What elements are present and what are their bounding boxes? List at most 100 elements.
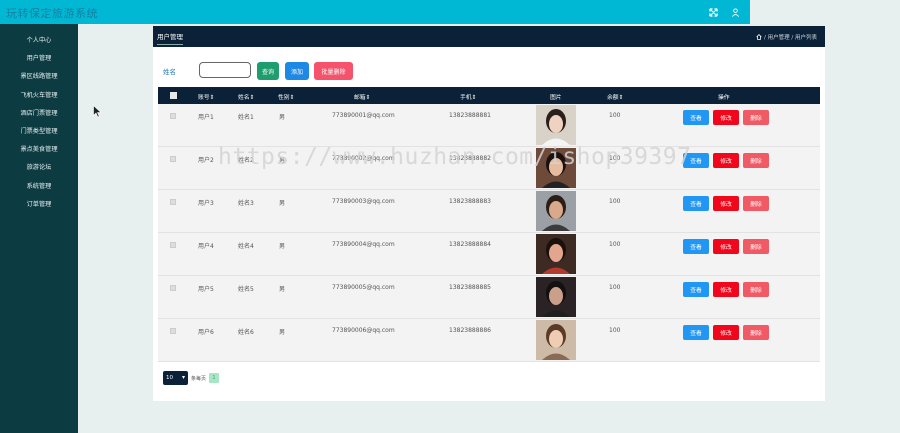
user-avatar [536, 148, 576, 188]
cell-phone: 13823888883 [449, 198, 491, 205]
page-number-current[interactable]: 1 [209, 373, 219, 383]
header-image: 图片 [550, 95, 562, 101]
app-title: 玩转保定旅游系统 [6, 7, 98, 20]
sidebar-item-orders[interactable]: 订单管理 [0, 196, 78, 214]
main-panel: 用户管理 / 用户管理 / 用户列表 姓名 查询 添加 批量删除 账号⇕ 姓名⇕… [153, 26, 825, 401]
cell-gender: 男 [279, 200, 286, 207]
cell-name: 姓名1 [238, 114, 254, 121]
cell-email: 773890006@qq.com [332, 327, 395, 334]
row-checkbox[interactable] [170, 199, 176, 205]
row-checkbox[interactable] [170, 242, 176, 248]
header-balance[interactable]: 余额⇕ [607, 92, 623, 101]
table-row: 用户5 姓名5 男 773890005@qq.com 13823888885 1… [158, 276, 820, 319]
search-button[interactable]: 查询 [257, 62, 279, 80]
panel-header: 用户管理 / 用户管理 / 用户列表 [153, 26, 825, 47]
header-name[interactable]: 姓名⇕ [238, 92, 254, 101]
table-header: 账号⇕ 姓名⇕ 性别⇕ 邮箱⇕ 手机⇕ 图片 余额⇕ 操作 [158, 87, 820, 104]
add-button[interactable]: 添加 [285, 62, 309, 80]
edit-button[interactable]: 修改 [713, 153, 739, 168]
cell-gender: 男 [279, 243, 286, 250]
view-button[interactable]: 查看 [683, 239, 709, 254]
delete-button[interactable]: 删除 [743, 239, 769, 254]
edit-button[interactable]: 修改 [713, 239, 739, 254]
cell-email: 773890001@qq.com [332, 112, 395, 119]
view-button[interactable]: 查看 [683, 110, 709, 125]
cell-phone: 13823888881 [449, 112, 491, 119]
cell-name: 姓名4 [238, 243, 254, 250]
breadcrumb: / 用户管理 / 用户列表 [756, 33, 817, 41]
select-all-checkbox[interactable] [170, 92, 177, 99]
delete-button[interactable]: 删除 [743, 282, 769, 297]
row-checkbox[interactable] [170, 285, 176, 291]
table-row: 用户4 姓名4 男 773890004@qq.com 13823888884 1… [158, 233, 820, 276]
tab-user-management[interactable]: 用户管理 [157, 31, 183, 45]
cell-account: 用户1 [198, 114, 214, 121]
cell-phone: 13823888884 [449, 241, 491, 248]
cell-balance: 100 [609, 112, 621, 119]
row-checkbox[interactable] [170, 328, 176, 334]
sidebar-item-user-management[interactable]: 用户管理 [0, 50, 78, 68]
page-size-select[interactable]: 10 ▾ [163, 371, 188, 385]
edit-button[interactable]: 修改 [713, 325, 739, 340]
cell-name: 姓名3 [238, 200, 254, 207]
delete-button[interactable]: 删除 [743, 110, 769, 125]
user-table: 账号⇕ 姓名⇕ 性别⇕ 邮箱⇕ 手机⇕ 图片 余额⇕ 操作 用户1 姓名1 男 … [158, 87, 820, 362]
user-avatar [536, 105, 576, 145]
sidebar-item-food[interactable]: 景点美食管理 [0, 141, 78, 159]
view-button[interactable]: 查看 [683, 153, 709, 168]
breadcrumb-text: / 用户管理 / 用户列表 [764, 35, 817, 41]
home-icon[interactable] [756, 34, 762, 40]
user-avatar [536, 191, 576, 231]
expand-icon[interactable] [705, 4, 721, 20]
batch-delete-button[interactable]: 批量删除 [314, 62, 353, 80]
delete-button[interactable]: 删除 [743, 153, 769, 168]
sidebar: 个人中心 用户管理 景区线路管理 飞机火车管理 酒店门票管理 门票类型管理 景点… [0, 24, 78, 433]
cell-balance: 100 [609, 284, 621, 291]
sidebar-item-system[interactable]: 系统管理 [0, 178, 78, 196]
row-checkbox[interactable] [170, 113, 176, 119]
filter-bar: 姓名 查询 添加 批量删除 [153, 62, 825, 82]
cell-phone: 13823888885 [449, 284, 491, 291]
delete-button[interactable]: 删除 [743, 196, 769, 211]
cell-email: 773890005@qq.com [332, 284, 395, 291]
cell-balance: 100 [609, 198, 621, 205]
cell-gender: 男 [279, 329, 286, 336]
page-size-text: 条每页 [191, 376, 207, 382]
header-email[interactable]: 邮箱⇕ [354, 92, 370, 101]
sidebar-item-forum[interactable]: 旅游论坛 [0, 159, 78, 177]
view-button[interactable]: 查看 [683, 196, 709, 211]
cell-balance: 100 [609, 155, 621, 162]
cell-account: 用户3 [198, 200, 214, 207]
cell-account: 用户6 [198, 329, 214, 336]
edit-button[interactable]: 修改 [713, 282, 739, 297]
header-account[interactable]: 账号⇕ [198, 92, 214, 101]
header-gender[interactable]: 性别⇕ [278, 92, 294, 101]
user-icon[interactable] [727, 4, 743, 20]
sidebar-item-ticket-types[interactable]: 门票类型管理 [0, 123, 78, 141]
sidebar-item-flights-trains[interactable]: 飞机火车管理 [0, 87, 78, 105]
cell-balance: 100 [609, 241, 621, 248]
table-row: 用户1 姓名1 男 773890001@qq.com 13823888881 1… [158, 104, 820, 147]
top-bar: 玩转保定旅游系统 [0, 0, 750, 24]
edit-button[interactable]: 修改 [713, 196, 739, 211]
view-button[interactable]: 查看 [683, 325, 709, 340]
table-row: 用户3 姓名3 男 773890003@qq.com 13823888883 1… [158, 190, 820, 233]
name-input[interactable] [199, 62, 251, 78]
view-button[interactable]: 查看 [683, 282, 709, 297]
cell-gender: 男 [279, 114, 286, 121]
header-actions: 操作 [718, 95, 730, 101]
sidebar-item-hotel-tickets[interactable]: 酒店门票管理 [0, 105, 78, 123]
sidebar-item-scenic-routes[interactable]: 景区线路管理 [0, 68, 78, 86]
cell-account: 用户5 [198, 286, 214, 293]
cell-email: 773890002@qq.com [332, 155, 395, 162]
chevron-down-icon: ▾ [181, 374, 185, 381]
header-phone[interactable]: 手机⇕ [460, 92, 476, 101]
cell-gender: 男 [279, 286, 286, 293]
edit-button[interactable]: 修改 [713, 110, 739, 125]
row-checkbox[interactable] [170, 156, 176, 162]
cell-phone: 13823888882 [449, 155, 491, 162]
delete-button[interactable]: 删除 [743, 325, 769, 340]
table-row: 用户6 姓名6 男 773890006@qq.com 13823888886 1… [158, 319, 820, 362]
sidebar-item-personal-center[interactable]: 个人中心 [0, 32, 78, 50]
cell-account: 用户4 [198, 243, 214, 250]
